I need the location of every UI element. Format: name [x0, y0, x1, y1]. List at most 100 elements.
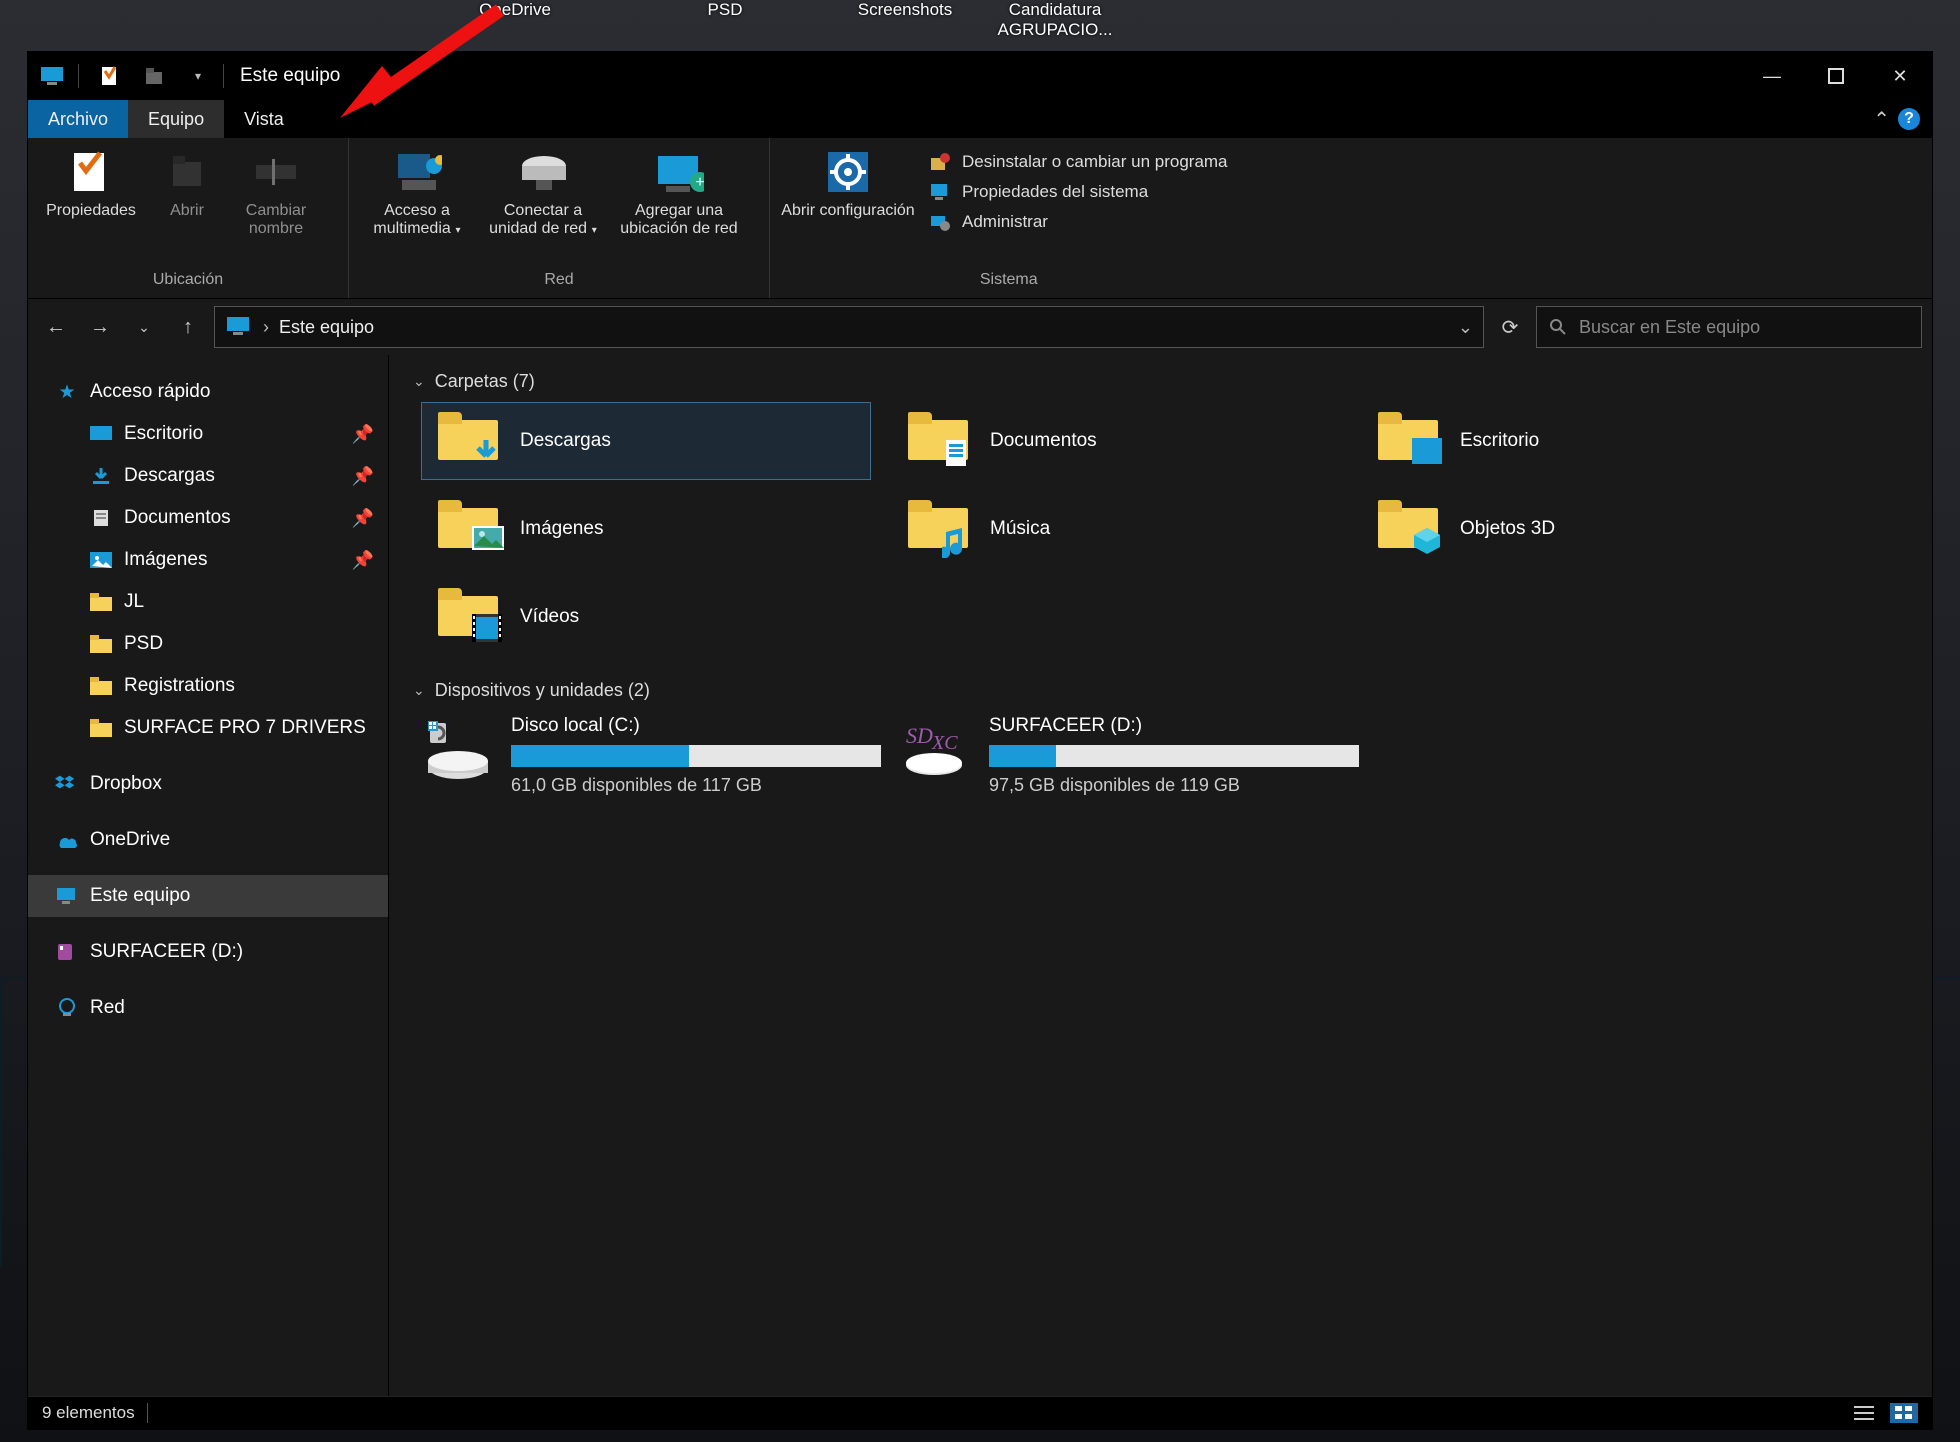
properties-qat-icon[interactable]: [95, 65, 125, 87]
folder-item[interactable]: Descargas: [421, 402, 871, 480]
sidebar-pinned-item[interactable]: Documentos📌: [28, 497, 388, 539]
sistema-links: Desinstalar o cambiar un programa Propie…: [924, 146, 1240, 232]
item-count: 9 elementos: [42, 1403, 135, 1423]
folder-item[interactable]: Vídeos: [421, 578, 871, 656]
folder-item[interactable]: Imágenes: [421, 490, 871, 568]
conectar-unidad-button[interactable]: Conectar a unidad de red ▾: [483, 146, 603, 239]
gear-icon: [823, 148, 873, 196]
sidebar-folder-item[interactable]: SURFACE PRO 7 DRIVERS: [28, 707, 388, 749]
search-input[interactable]: Buscar en Este equipo: [1536, 306, 1922, 348]
back-button[interactable]: ←: [38, 309, 74, 345]
network-icon: [54, 997, 80, 1019]
search-icon: [1549, 318, 1567, 336]
explorer-window: ▾ Este equipo — ✕ Archivo Equipo Vista ⌃…: [28, 52, 1932, 1429]
sidebar-folder-item[interactable]: PSD: [28, 623, 388, 665]
folder-item[interactable]: Escritorio: [1361, 402, 1811, 480]
tab-archivo[interactable]: Archivo: [28, 100, 128, 138]
navigation-bar: ← → ⌄ ↑ › Este equipo ⌄ ⟳ Buscar en Este…: [28, 298, 1932, 355]
group-header-folders[interactable]: ⌄ Carpetas (7): [409, 365, 1912, 402]
maximize-button[interactable]: [1804, 52, 1868, 100]
group-header-drives[interactable]: ⌄ Dispositivos y unidades (2): [409, 674, 1912, 711]
pin-icon: 📌: [352, 508, 374, 529]
folder-icon: [88, 633, 114, 655]
folder-icon: [88, 549, 114, 571]
media-device-icon: [392, 148, 442, 196]
sidebar-pinned-item[interactable]: Escritorio📌: [28, 413, 388, 455]
up-button[interactable]: ↑: [170, 309, 206, 345]
chevron-down-icon[interactable]: ⌄: [1458, 317, 1473, 338]
tab-equipo[interactable]: Equipo: [128, 100, 224, 138]
folder-label: Descargas: [520, 430, 611, 452]
propiedades-button[interactable]: Propiedades: [36, 146, 146, 220]
folder-item[interactable]: Objetos 3D: [1361, 490, 1811, 568]
network-drive-icon: [518, 148, 568, 196]
abrir-configuracion-button[interactable]: Abrir configuración: [778, 146, 918, 220]
title-bar[interactable]: ▾ Este equipo — ✕: [28, 52, 1932, 100]
help-icon[interactable]: ?: [1898, 108, 1920, 130]
desinstalar-link[interactable]: Desinstalar o cambiar un programa: [928, 152, 1228, 172]
rename-icon: [251, 148, 301, 196]
address-bar[interactable]: › Este equipo ⌄: [214, 306, 1484, 348]
administrar-link[interactable]: Administrar: [928, 212, 1228, 232]
sdcard-icon: [54, 941, 80, 963]
thispc-icon: [54, 885, 80, 907]
sidebar-quick-access[interactable]: ★ Acceso rápido: [28, 371, 388, 413]
sidebar-folder-item[interactable]: Registrations: [28, 665, 388, 707]
explorer-body: ★ Acceso rápido Escritorio📌Descargas📌Doc…: [28, 355, 1932, 1396]
cambiar-nombre-button[interactable]: Cambiar nombre: [228, 146, 324, 239]
agregar-ubicacion-button[interactable]: + Agregar una ubicación de red: [609, 146, 749, 239]
separator: [78, 64, 79, 88]
sidebar[interactable]: ★ Acceso rápido Escritorio📌Descargas📌Doc…: [28, 355, 389, 1396]
drive-item[interactable]: SDXCSURFACEER (D:)97,5 GB disponibles de…: [899, 711, 1359, 800]
folder-item[interactable]: Música: [891, 490, 1341, 568]
svg-text:SD: SD: [906, 723, 933, 748]
chevron-down-icon: ▾: [453, 225, 461, 236]
ribbon: Propiedades Abrir Cambiar nombre Ubicaci…: [28, 138, 1932, 298]
desktop-icon-label[interactable]: Screenshots: [830, 0, 980, 20]
search-placeholder: Buscar en Este equipo: [1579, 317, 1760, 338]
forward-button[interactable]: →: [82, 309, 118, 345]
folder-label: Vídeos: [520, 606, 579, 628]
sidebar-sdcard[interactable]: SURFACEER (D:): [28, 931, 388, 973]
chevron-down-icon: ⌄: [413, 682, 425, 699]
desktop-icon-label[interactable]: Candidatura AGRUPACIO...: [980, 0, 1130, 40]
folder-label: Música: [990, 518, 1050, 540]
sidebar-this-pc[interactable]: Este equipo: [28, 875, 388, 917]
sidebar-pinned-item[interactable]: Imágenes📌: [28, 539, 388, 581]
sidebar-pinned-item[interactable]: Descargas📌: [28, 455, 388, 497]
details-view-button[interactable]: [1850, 1403, 1878, 1423]
acceso-multimedia-button[interactable]: Acceso a multimedia ▾: [357, 146, 477, 239]
breadcrumb-item[interactable]: Este equipo: [279, 317, 374, 338]
qat-dropdown-icon[interactable]: ▾: [183, 65, 213, 87]
sidebar-dropbox[interactable]: Dropbox: [28, 763, 388, 805]
tab-vista[interactable]: Vista: [224, 100, 304, 138]
drive-item[interactable]: Disco local (C:)61,0 GB disponibles de 1…: [421, 711, 881, 800]
checklist-icon: [66, 148, 116, 196]
history-dropdown[interactable]: ⌄: [126, 309, 162, 345]
desktop-icon-label[interactable]: OneDrive: [440, 0, 590, 20]
folder-label: Imágenes: [520, 518, 603, 540]
breadcrumb-arrow[interactable]: ›: [263, 317, 269, 338]
propiedades-sistema-link[interactable]: Propiedades del sistema: [928, 182, 1228, 202]
folder-qat-icon[interactable]: [139, 65, 169, 87]
refresh-button[interactable]: ⟳: [1492, 309, 1528, 345]
desktop-icon-label[interactable]: PSD: [650, 0, 800, 20]
chevron-down-icon: ▾: [589, 225, 597, 236]
dropbox-icon: [54, 773, 80, 795]
tiles-view-button[interactable]: [1890, 1403, 1918, 1423]
drive-label: SURFACEER (D:): [989, 715, 1359, 737]
abrir-button[interactable]: Abrir: [152, 146, 222, 220]
add-location-icon: +: [654, 148, 704, 196]
minimize-button[interactable]: —: [1740, 52, 1804, 100]
ribbon-tabs: Archivo Equipo Vista ⌃ ?: [28, 100, 1932, 138]
sidebar-folder-item[interactable]: JL: [28, 581, 388, 623]
sidebar-network[interactable]: Red: [28, 987, 388, 1029]
content-pane[interactable]: ⌄ Carpetas (7) Descargas Documentos Escrit…: [389, 355, 1932, 1396]
collapse-ribbon-icon[interactable]: ⌃: [1873, 107, 1890, 132]
drive-icon: SDXC: [899, 715, 971, 783]
close-button[interactable]: ✕: [1868, 52, 1932, 100]
folder-icon: [438, 588, 502, 646]
sidebar-onedrive[interactable]: OneDrive: [28, 819, 388, 861]
folder-item[interactable]: Documentos: [891, 402, 1341, 480]
folder-icon: [908, 412, 972, 470]
